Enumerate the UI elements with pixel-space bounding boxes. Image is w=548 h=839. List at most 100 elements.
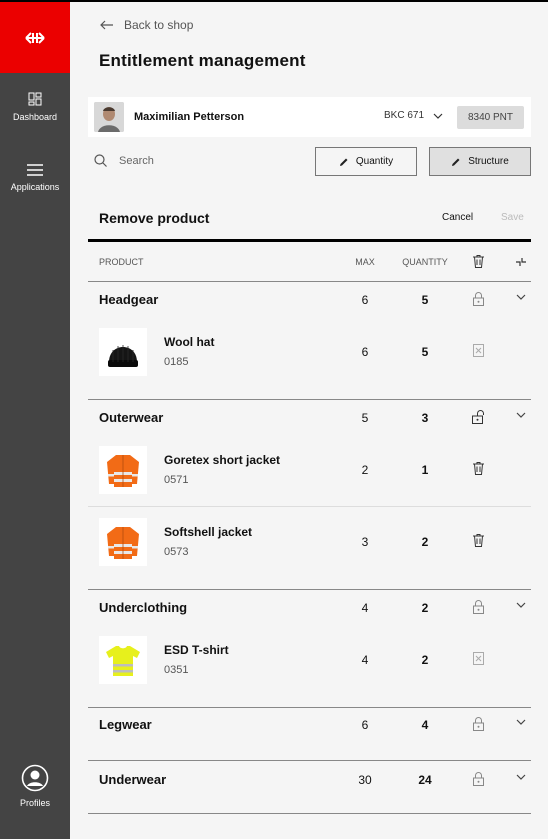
table-header: PRODUCT MAX QUANTITY (88, 242, 531, 282)
sidebar: Dashboard Applications Profiles (0, 2, 70, 839)
product-code: 0351 (164, 664, 189, 676)
sidebar-item-label: Profiles (19, 798, 50, 808)
chevron-down-icon (516, 294, 526, 300)
delete-button[interactable] (471, 534, 485, 547)
avatar (94, 102, 124, 132)
user-card: Maximilian Petterson BKC 671 8340 PNT (88, 97, 531, 137)
product-table: PRODUCT MAX QUANTITY Headgear 6 5 Wool h… (88, 239, 531, 814)
structure-mode-label: Structure (468, 156, 509, 167)
group-select-value: BKC 671 (384, 110, 425, 121)
quantity-mode-label: Quantity (355, 156, 394, 167)
brand-logo[interactable] (0, 2, 70, 73)
collapse-icon (516, 258, 526, 266)
lock-button[interactable] (471, 292, 485, 306)
search-field[interactable]: Search (94, 154, 154, 167)
lock-icon (472, 717, 484, 731)
category-name: Headgear (99, 292, 159, 307)
category-name: Outerwear (99, 410, 164, 425)
product-max: 6 (361, 345, 369, 359)
header-max: MAX (355, 257, 375, 267)
sidebar-item-applications[interactable]: Applications (0, 164, 70, 192)
expand-toggle[interactable] (514, 602, 528, 608)
menu-icon (27, 164, 43, 176)
category-quantity: 24 (418, 773, 432, 787)
quantity-mode-button[interactable]: Quantity (315, 147, 417, 176)
chevron-down-icon (516, 412, 526, 418)
product-max: 3 (361, 535, 369, 549)
cancel-button[interactable]: Cancel (442, 212, 473, 223)
group-select[interactable]: BKC 671 (384, 110, 443, 121)
page-title: Entitlement management (99, 51, 306, 70)
back-link[interactable]: Back to shop (100, 18, 193, 32)
lock-button[interactable] (471, 410, 485, 424)
product-image (99, 518, 147, 566)
category-quantity: 4 (421, 718, 429, 732)
product-quantity: 2 (421, 535, 429, 549)
chevron-down-icon (433, 113, 443, 119)
product-image (99, 328, 147, 376)
chevron-down-icon (516, 719, 526, 725)
product-code: 0571 (164, 474, 189, 486)
category-max: 4 (361, 601, 369, 615)
back-link-label: Back to shop (124, 18, 194, 32)
table-row: ESD T-shirt 0351 4 2 (88, 625, 531, 696)
product-name: Goretex short jacket (164, 453, 281, 467)
sidebar-item-dashboard[interactable]: Dashboard (0, 92, 70, 122)
points-badge: 8340 PNT (457, 106, 524, 129)
product-max: 2 (361, 463, 369, 477)
delete-disabled-button[interactable] (471, 344, 485, 357)
divider (88, 813, 531, 814)
expand-toggle[interactable] (514, 719, 528, 725)
product-image (99, 446, 147, 494)
category-name: Underwear (99, 772, 167, 787)
expand-toggle[interactable] (514, 412, 528, 418)
sbb-logo-icon (25, 31, 45, 44)
main-content: Back to shop Entitlement management Maxi… (70, 2, 548, 839)
product-name: Softshell jacket (164, 525, 253, 539)
trash-icon (472, 534, 484, 547)
category-row-headgear[interactable]: Headgear 6 5 (88, 282, 531, 317)
lock-icon (472, 292, 484, 306)
category-max: 6 (361, 718, 369, 732)
category-row-legwear[interactable]: Legwear 6 4 (88, 708, 531, 760)
delete-all-button[interactable] (471, 255, 485, 268)
category-max: 5 (361, 411, 369, 425)
lock-button[interactable] (471, 772, 485, 786)
save-button[interactable]: Save (501, 212, 524, 223)
lock-icon (472, 772, 484, 786)
arrow-left-icon (100, 20, 113, 30)
chevron-down-icon (516, 774, 526, 780)
expand-toggle[interactable] (514, 774, 528, 780)
table-row: Goretex short jacket 0571 2 1 (88, 435, 531, 506)
category-row-underclothing[interactable]: Underclothing 4 2 (88, 590, 531, 625)
collapse-all-button[interactable] (514, 256, 528, 268)
header-product: PRODUCT (99, 257, 144, 267)
product-name: Wool hat (164, 335, 215, 349)
delete-button[interactable] (471, 462, 485, 475)
trash-icon (472, 462, 484, 475)
dashboard-icon (28, 92, 42, 106)
user-name: Maximilian Petterson (134, 111, 245, 123)
section-title: Remove product (99, 210, 210, 226)
table-row: Softshell jacket 0573 3 2 (88, 507, 531, 578)
category-quantity: 5 (421, 293, 429, 307)
lock-button[interactable] (471, 600, 485, 614)
structure-mode-button[interactable]: Structure (429, 147, 531, 176)
product-code: 0573 (164, 546, 189, 558)
delete-disabled-icon (472, 344, 484, 357)
lock-button[interactable] (471, 717, 485, 731)
category-row-outerwear[interactable]: Outerwear 5 3 (88, 400, 531, 435)
table-row: Wool hat 0185 6 5 (88, 317, 531, 388)
category-row-underwear[interactable]: Underwear 30 24 (88, 761, 531, 813)
category-name: Legwear (99, 717, 152, 732)
expand-toggle[interactable] (514, 294, 528, 300)
search-icon (94, 154, 107, 167)
product-code: 0185 (164, 356, 189, 368)
product-quantity: 5 (421, 345, 429, 359)
product-name: ESD T-shirt (164, 643, 229, 657)
delete-disabled-button[interactable] (471, 652, 485, 665)
sidebar-item-profiles[interactable]: Profiles (0, 764, 70, 808)
search-placeholder: Search (119, 154, 154, 167)
